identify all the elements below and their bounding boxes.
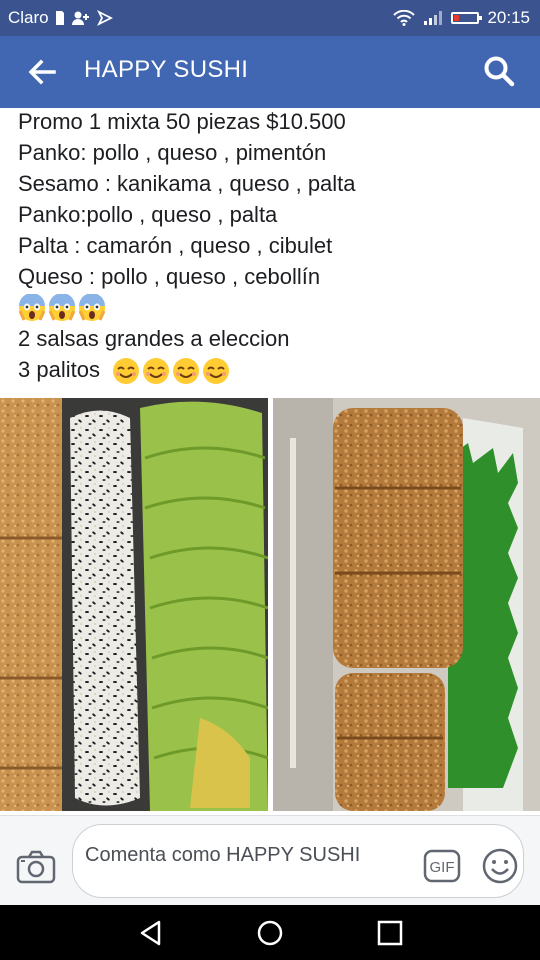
post-line: Promo 1 mixta 50 piezas $10.500	[18, 109, 346, 134]
wifi-icon	[393, 10, 416, 26]
nav-home-icon[interactable]	[256, 919, 284, 947]
smile-emoji-group	[112, 357, 230, 385]
back-arrow-icon[interactable]	[26, 56, 58, 88]
fried-sushi-roll-image	[273, 398, 540, 811]
emoji-picker-icon[interactable]	[481, 847, 519, 885]
screaming-face-emoji-icon	[48, 293, 76, 321]
android-nav-bar	[0, 905, 540, 960]
comment-bar: Comenta como HAPPY SUSHI GIF	[0, 815, 540, 906]
clock: 20:15	[487, 8, 530, 27]
comment-input[interactable]: Comenta como HAPPY SUSHI GIF	[72, 824, 524, 898]
status-left: Claro	[8, 8, 113, 28]
post-line-palitos: 3 palitos	[18, 354, 528, 385]
status-bar: Claro 20:15	[0, 0, 540, 36]
messenger-notification-icon	[96, 10, 113, 26]
status-right: 20:15	[393, 8, 530, 28]
nav-recents-icon[interactable]	[376, 919, 404, 947]
search-icon[interactable]	[482, 54, 516, 88]
carrier-label: Claro	[8, 8, 49, 27]
post-line-text: 3 palitos	[18, 357, 100, 382]
scream-emoji-row	[18, 292, 528, 323]
smiling-face-emoji-icon	[203, 358, 230, 385]
smiling-face-emoji-icon	[113, 358, 140, 385]
photo-grid	[0, 398, 540, 813]
screaming-face-emoji-icon	[78, 293, 106, 321]
sushi-photo-left[interactable]	[0, 398, 268, 811]
post-line: Panko: pollo , queso , pimentón	[18, 140, 327, 165]
sim-icon	[55, 11, 64, 25]
post-line: 2 salsas grandes a eleccion	[18, 326, 290, 351]
post-line: Queso : pollo , queso , cebollín	[18, 264, 321, 289]
post-line: Palta : camarón , queso , cibulet	[18, 233, 333, 258]
post-line: Sesamo : kanikama , queso , palta	[18, 171, 356, 196]
sushi-rolls-image	[0, 398, 268, 811]
sushi-photo-right[interactable]	[273, 398, 540, 811]
user-add-icon	[71, 11, 89, 25]
app-bar: HAPPY SUSHI	[0, 36, 540, 108]
gif-label: GIF	[430, 859, 455, 876]
signal-icon	[424, 11, 443, 25]
page-title: HAPPY SUSHI	[84, 56, 249, 83]
gif-button-icon[interactable]: GIF	[423, 849, 461, 883]
camera-icon[interactable]	[16, 850, 56, 884]
battery-icon	[451, 12, 483, 24]
nav-back-icon[interactable]	[137, 919, 165, 947]
smiling-face-emoji-icon	[173, 358, 200, 385]
post-line: Panko:pollo , queso , palta	[18, 202, 278, 227]
comment-placeholder: Comenta como HAPPY SUSHI	[85, 844, 361, 866]
screaming-face-emoji-icon	[18, 293, 46, 321]
post-text: Promo 1 mixta 50 piezas $10.500 Panko: p…	[18, 106, 528, 385]
smiling-face-emoji-icon	[143, 358, 170, 385]
